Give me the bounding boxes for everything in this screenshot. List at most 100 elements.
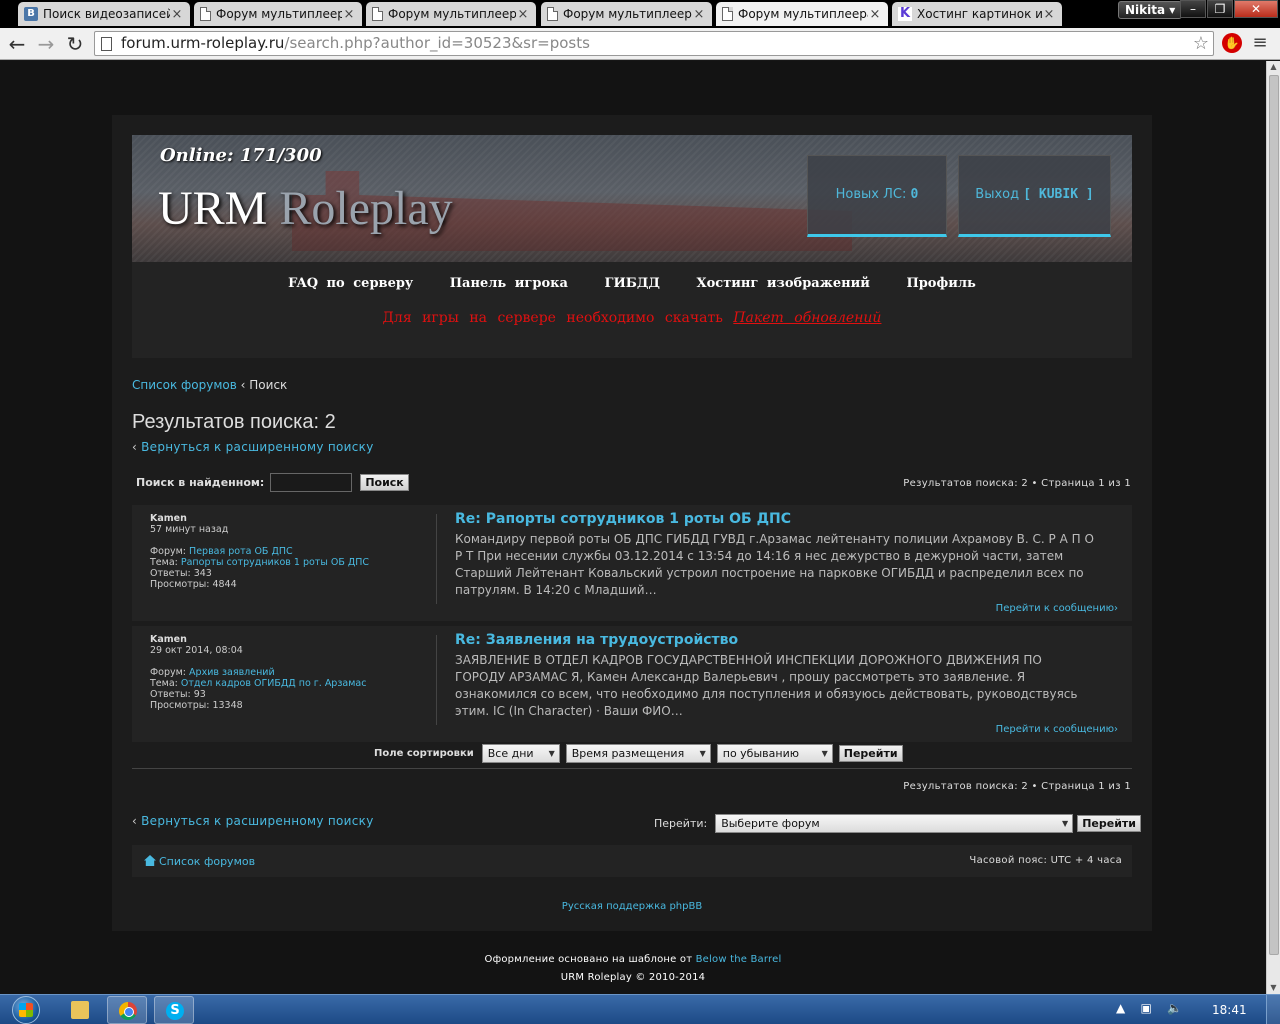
window-close-button[interactable]: ✕ — [1234, 0, 1278, 18]
post-topic-link[interactable]: Рапорты сотрудников 1 роты ОБ ДПС — [181, 557, 369, 568]
sort-field-select[interactable]: Время размещения ▼ — [565, 744, 711, 763]
profile-button[interactable]: Nikita ▾ — [1118, 1, 1183, 19]
tab-label: Форум мультиплеера — [216, 7, 342, 21]
update-pack-link[interactable]: Пакет обновлений — [733, 310, 881, 326]
volume-icon[interactable]: 🔈 — [1167, 1001, 1182, 1015]
tab-forum-active[interactable]: Форум мультиплеера × — [716, 2, 888, 26]
scrollbar-thumb[interactable] — [1269, 75, 1279, 955]
phpbb-support-link[interactable]: Русская поддержка phpBB — [112, 901, 1152, 912]
page-credits: Оформление основано на шаблоне от Below … — [0, 951, 1266, 987]
goto-post-link[interactable]: Перейти к сообщению› — [996, 724, 1118, 735]
scroll-down-icon[interactable]: ▼ — [1267, 982, 1280, 994]
tab-vk-video-search[interactable]: B Поиск видеозаписей × — [18, 2, 190, 26]
nav-gibdd[interactable]: ГИБДД — [605, 276, 661, 291]
tab-label: Хостинг картинок и и — [917, 7, 1042, 21]
post-views: Просмотры: 13348 — [150, 700, 243, 711]
dropdown-arrow-icon: ▼ — [821, 749, 828, 758]
maximize-button[interactable]: ❐ — [1207, 0, 1233, 18]
nav-image-hosting[interactable]: Хостинг изображений — [697, 276, 870, 291]
search-within-input[interactable] — [270, 473, 353, 492]
nav-player-panel[interactable]: Панель игрока — [450, 276, 568, 291]
nav-faq[interactable]: FAQ по серверу — [288, 276, 413, 291]
post-title-link[interactable]: Re: Заявления на трудоустройство — [455, 632, 738, 648]
theme-author-link[interactable]: Below the Barrel — [696, 954, 782, 965]
jump-forum-select[interactable]: Выберите форум ▼ — [715, 814, 1074, 833]
site-logo[interactable]: URM Roleplay — [158, 181, 453, 236]
back-link-label: Вернуться к расширенному поиску — [141, 814, 374, 828]
forum-label: Форум: — [150, 667, 187, 678]
post-replies: Ответы: 93 — [150, 689, 206, 700]
forward-button[interactable]: → — [33, 31, 59, 57]
post-forum-link[interactable]: Архив заявлений — [189, 667, 275, 678]
site-header-banner: Online: 171/300 URM Roleplay Новых ЛС: 0… — [132, 135, 1132, 262]
dropdown-arrow-icon: ▼ — [1062, 819, 1069, 828]
windows-taskbar: S ▲ ▣ 🔈 18:41 — [0, 994, 1280, 1024]
pm-label: Новых ЛС: — [835, 187, 907, 202]
post-forum-link[interactable]: Первая рота ОБ ДПС — [189, 546, 293, 557]
close-icon[interactable]: × — [342, 7, 356, 22]
network-icon[interactable]: ▣ — [1141, 1001, 1152, 1015]
back-to-advanced-search-link-bottom[interactable]: ‹ Вернуться к расширенному поиску — [132, 814, 374, 828]
chevron-right-icon: › — [1114, 724, 1118, 735]
divider — [132, 768, 1132, 769]
close-icon[interactable]: × — [516, 7, 530, 22]
close-icon[interactable]: × — [692, 7, 706, 22]
post-meta: Kamen 57 минут назад Форум: Первая рота … — [150, 513, 369, 590]
post-excerpt: ЗАЯВЛЕНИЕ В ОТДЕЛ КАДРОВ ГОСУДАРСТВЕННОЙ… — [455, 653, 1078, 718]
tab-image-hosting[interactable]: K Хостинг картинок и и × — [892, 2, 1062, 26]
k-icon: K — [898, 6, 912, 21]
private-messages-box[interactable]: Новых ЛС: 0 — [807, 155, 947, 237]
post-author[interactable]: Kamen — [150, 513, 369, 524]
post-author[interactable]: Kamen — [150, 634, 366, 645]
breadcrumb-forum-index[interactable]: Список форумов — [132, 378, 237, 392]
close-icon[interactable]: × — [170, 7, 184, 22]
breadcrumb: Список форумов ‹ Поиск — [132, 378, 287, 392]
browser-menu-icon[interactable]: ≡ — [1250, 32, 1270, 54]
tray-expand-icon[interactable]: ▲ — [1116, 1001, 1125, 1015]
taskbar-explorer[interactable] — [60, 996, 100, 1024]
tab-forum-1[interactable]: Форум мультиплеера × — [194, 2, 362, 26]
back-button[interactable]: ← — [4, 31, 30, 57]
logout-box[interactable]: Выход [ KUBIK ] — [958, 155, 1111, 237]
tab-label: Поиск видеозаписей — [43, 7, 170, 21]
close-icon[interactable]: × — [868, 7, 882, 22]
jump-go-button[interactable]: Перейти — [1077, 815, 1141, 832]
reload-button[interactable]: ↻ — [62, 31, 88, 57]
taskbar-chrome[interactable] — [107, 996, 147, 1024]
sort-controls: Поле сортировки Все дни ▼ Время размещени… — [374, 744, 903, 763]
taskbar-clock[interactable]: 18:41 — [1212, 1003, 1247, 1017]
tab-forum-3[interactable]: Форум мультиплеера × — [541, 2, 712, 26]
search-button[interactable]: Поиск — [360, 474, 409, 491]
post-topic-link[interactable]: Отдел кадров ОГИБДД по г. Арзамас — [181, 678, 367, 689]
credit-prefix: Оформление основано на шаблоне от — [484, 954, 693, 965]
footer-forum-index-link[interactable]: Список форумов — [144, 855, 255, 868]
sort-days-select[interactable]: Все дни ▼ — [481, 744, 560, 763]
taskbar-skype[interactable]: S — [154, 996, 194, 1024]
dropdown-arrow-icon: ▼ — [699, 749, 706, 758]
show-desktop-button[interactable] — [1266, 995, 1280, 1024]
nav-profile[interactable]: Профиль — [906, 276, 975, 291]
scroll-up-icon[interactable]: ▲ — [1267, 61, 1280, 73]
tab-forum-2[interactable]: Форум мультиплеера × — [366, 2, 536, 26]
sort-order-select[interactable]: по убыванию ▼ — [716, 744, 833, 763]
sort-go-button[interactable]: Перейти — [838, 745, 903, 762]
address-bar[interactable]: forum.urm-roleplay.ru/search.php?author_… — [94, 31, 1214, 56]
topic-label: Тема: — [150, 557, 178, 568]
maximize-icon: ❐ — [1214, 2, 1226, 16]
pagination-info-bottom: Результатов поиска: 2 • Страница 1 из 1 — [903, 781, 1131, 792]
start-button[interactable] — [8, 995, 46, 1024]
system-tray[interactable]: ▲ ▣ 🔈 — [1116, 1001, 1182, 1015]
goto-post-link[interactable]: Перейти к сообщению› — [996, 603, 1118, 614]
post-title-link[interactable]: Re: Рапорты сотрудников 1 роты ОБ ДПС — [455, 511, 791, 527]
back-to-advanced-search-link[interactable]: ‹ Вернуться к расширенному поиску — [132, 440, 374, 454]
close-icon[interactable]: × — [1042, 7, 1056, 22]
adblock-extension-icon[interactable]: ✋ — [1222, 33, 1242, 53]
logout-label: Выход — [975, 187, 1020, 202]
minimize-button[interactable]: – — [1180, 0, 1206, 18]
search-result-post: Kamen 57 минут назад Форум: Первая рота … — [132, 505, 1132, 621]
jump-label: Перейти: — [654, 817, 708, 830]
page-scrollbar[interactable]: ▲ ▼ — [1266, 61, 1280, 994]
logo-main: URM — [158, 182, 268, 235]
bookmark-star-icon[interactable]: ☆ — [1193, 32, 1209, 55]
jump-select-value: Выберите форум — [721, 817, 820, 830]
